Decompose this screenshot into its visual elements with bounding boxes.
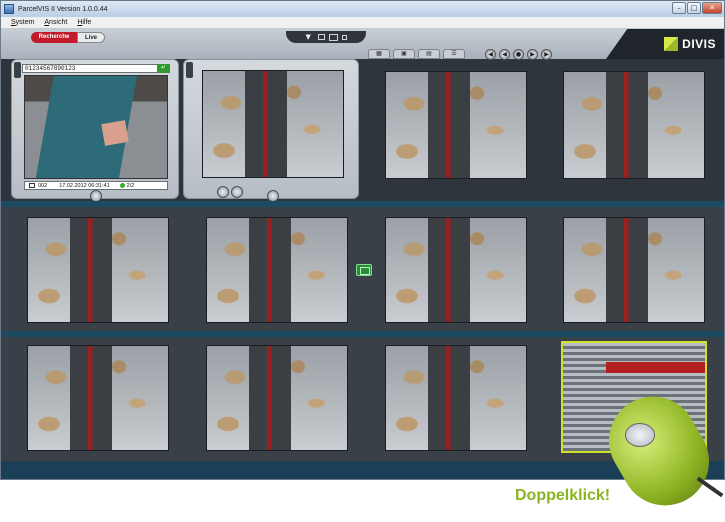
preview-panel [183, 59, 359, 202]
layout-arrow-icon[interactable]: ▼ [306, 34, 314, 41]
layout-selector[interactable]: ▼ [286, 31, 366, 43]
window-title: ParcelVIS II Version 1.0.0.44 [18, 5, 108, 13]
preview-camera-view[interactable] [202, 70, 344, 178]
layout-tiny-icon[interactable] [341, 34, 347, 40]
maximize-button[interactable]: □ [687, 2, 701, 14]
camera-image [203, 71, 343, 177]
camera-tile-7[interactable] [27, 345, 169, 451]
camera-tile-6[interactable] [563, 217, 705, 323]
tab-recherche[interactable]: Recherche [31, 32, 77, 43]
camera-tile-4[interactable] [206, 217, 348, 323]
page-indicator: 2/2 [126, 182, 135, 189]
minimize-button[interactable]: – [672, 2, 686, 14]
camera-image [564, 218, 704, 322]
mouse-body-icon [592, 380, 725, 522]
mouse-illustration [592, 380, 725, 522]
camera-image [207, 346, 347, 450]
barcode-go-button[interactable]: ↵ [157, 64, 170, 73]
camera-image [386, 218, 526, 322]
panel-slider-handle[interactable] [14, 62, 21, 78]
view-tab-layout[interactable]: ▤ [418, 49, 440, 59]
previous-button[interactable]: ◀ [499, 48, 510, 60]
divis-mark-icon [664, 37, 679, 51]
first-button[interactable]: ◀ [485, 48, 496, 60]
timestamp: 17.02.2012 06:31:41 [59, 182, 110, 189]
camera-tile-8[interactable] [206, 345, 348, 451]
camera-image [207, 218, 347, 322]
divis-logo-text: DIVIS [682, 37, 716, 51]
app-icon [4, 4, 14, 14]
menu-ansicht[interactable]: Ansicht [44, 19, 67, 26]
menu-hilfe[interactable]: Hilfe [77, 19, 91, 26]
status-ok-icon [119, 183, 125, 188]
record-button[interactable]: ● [513, 48, 524, 60]
last-button[interactable]: ▶ [541, 48, 552, 60]
next-button[interactable]: ▶ [527, 48, 538, 60]
doppelklick-caption: Doppelklick! [515, 487, 611, 504]
rotate-left-button[interactable] [217, 186, 229, 198]
camera-tile-9[interactable] [385, 345, 527, 451]
view-tab-box[interactable]: ▣ [393, 49, 415, 59]
layout-small-icon[interactable] [317, 34, 325, 40]
detail-panel: 01234567890123 ↵ 002 17.02.2012 06:31:41… [11, 59, 179, 202]
window-controls: – □ ✕ [672, 2, 722, 14]
camera-image [28, 346, 168, 450]
camera-image [386, 72, 526, 178]
title-bar[interactable]: ParcelVIS II Version 1.0.0.44 – □ ✕ [1, 1, 724, 17]
camera-image [386, 346, 526, 450]
barcode-value: 01234567890123 [25, 65, 76, 72]
top-row: 01234567890123 ↵ 002 17.02.2012 06:31:41… [1, 59, 724, 202]
menu-system[interactable]: System [11, 19, 34, 26]
close-button[interactable]: ✕ [702, 2, 722, 14]
camera-image [25, 76, 167, 178]
camera-image [564, 72, 704, 178]
rotate-right-button[interactable] [231, 186, 243, 198]
preview-slider-handle[interactable] [186, 62, 193, 78]
camera-image [28, 218, 168, 322]
detail-camera-view[interactable] [24, 75, 168, 179]
barcode-field[interactable]: 01234567890123 ↵ [22, 64, 170, 73]
view-tab-list[interactable]: ☰ [443, 49, 465, 59]
camera-tile-1[interactable] [385, 71, 527, 179]
camera-tile-2[interactable] [563, 71, 705, 179]
detail-status-bar: 002 17.02.2012 06:31:41 2/2 [24, 181, 168, 190]
mouse-wheel-icon [625, 423, 655, 447]
camera-tile-5[interactable] [385, 217, 527, 323]
camera-icon [29, 183, 35, 188]
camera-tile-3[interactable] [27, 217, 169, 323]
tab-live[interactable]: Live [77, 32, 105, 43]
view-tab-grid[interactable]: ▦ [368, 49, 390, 59]
menu-bar: System Ansicht Hilfe [1, 17, 724, 29]
parcel-marker-icon[interactable] [356, 264, 372, 276]
layout-large-icon[interactable] [328, 33, 338, 41]
camera-number: 002 [38, 182, 48, 189]
view-toolbar: ▦ ▣ ▤ ☰ ◀ ◀ ● ▶ ▶ [368, 47, 618, 61]
